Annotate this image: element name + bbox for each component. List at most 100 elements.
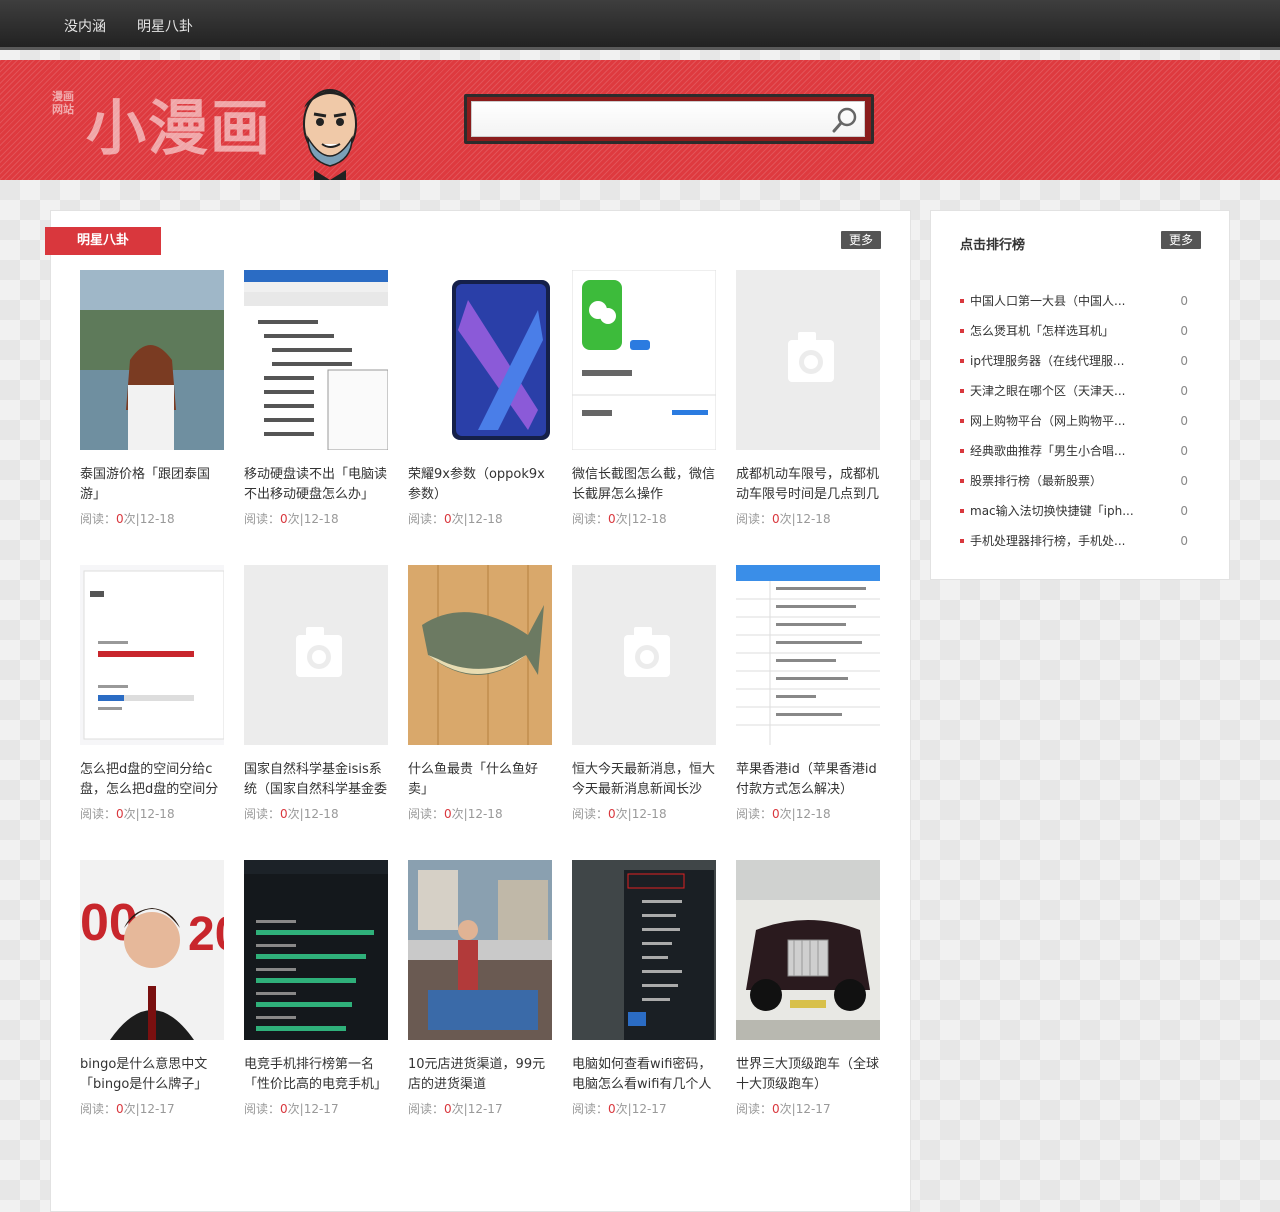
site-logo[interactable]: 小漫画 [86,80,272,167]
article-title[interactable]: bingo是什么意思中文「bingo是什么牌子」 [80,1055,224,1095]
article-date: 12-18 [631,807,667,821]
article-card[interactable]: 移动硬盘读不出「电脑读不出移动硬盘怎么办」 阅读：0次|12-18 [244,270,388,527]
article-date: 12-18 [139,512,175,526]
article-thumbnail[interactable] [80,565,224,745]
ranking-item-title[interactable]: mac输入法切换快捷键「iph... [970,501,1140,521]
read-unit: 次| [451,512,468,526]
article-title[interactable]: 微信长截图怎么截，微信长截屏怎么操作 [572,465,716,505]
ranking-item-count: 0 [1180,384,1188,398]
search-input[interactable] [471,101,865,137]
ranking-item-title[interactable]: 手机处理器排行榜，手机处... [970,531,1140,551]
ranking-item[interactable]: 怎么煲耳机「怎样选耳机」 0 [960,321,1200,351]
article-card[interactable]: 泰国游价格「跟团泰国游」阅读：0次|12-18 [80,270,224,527]
article-thumbnail[interactable] [736,565,880,745]
article-title[interactable]: 10元店进货渠道，99元店的进货渠道 [408,1055,552,1095]
ranking-item[interactable]: 中国人口第一大县（中国人... 0 [960,291,1200,321]
ranking-item-title[interactable]: 天津之眼在哪个区（天津天... [970,381,1140,401]
ranking-item-title[interactable]: ip代理服务器（在线代理服... [970,351,1140,371]
bullet-icon [960,449,964,453]
ranking-item-count: 0 [1180,294,1188,308]
ranking-item[interactable]: 股票排行榜（最新股票） 0 [960,471,1200,501]
article-card[interactable]: 什么鱼最贵「什么鱼好卖」 阅读：0次|12-18 [408,565,552,822]
article-title[interactable]: 世界三大顶级跑车（全球十大顶级跑车） [736,1055,880,1095]
article-title[interactable]: 电竞手机排行榜第一名「性价比高的电竞手机」 [244,1055,388,1095]
article-card[interactable]: 微信长截图怎么截，微信长截屏怎么操作 阅读：0次|12-18 [572,270,716,527]
article-date: 12-17 [631,1102,667,1116]
bullet-icon [960,299,964,303]
mascot-face-icon [303,89,357,180]
sidebar-more-button[interactable]: 更多 [1161,231,1201,249]
article-thumbnail[interactable]: 0020 [80,860,224,1040]
logo-small-text: 漫画网站 [52,90,74,116]
article-title[interactable]: 荣耀9x参数（oppok9x参数） [408,465,552,505]
read-count: 0 [772,512,780,526]
article-card[interactable]: 成都机动车限号，成都机动车限号时间是几点到几点阅读：0次|12-18 [736,270,880,527]
read-unit: 次| [123,807,140,821]
ranking-item-count: 0 [1180,414,1188,428]
article-title[interactable]: 怎么把d盘的空间分给c盘，怎么把d盘的空间分给 [80,760,224,800]
ranking-item-title[interactable]: 股票排行榜（最新股票） [970,471,1140,491]
article-thumbnail[interactable] [408,270,552,450]
article-meta: 阅读：0次|12-17 [408,1100,552,1117]
ranking-item-title[interactable]: 经典歌曲推荐「男生小合唱... [970,441,1140,461]
article-title[interactable]: 苹果香港id（苹果香港id付款方式怎么解决） [736,760,880,800]
top-navigation: 没内涵 明星八卦 [0,0,1280,50]
article-thumbnail[interactable] [80,270,224,450]
article-meta: 阅读：0次|12-18 [80,510,224,527]
article-thumbnail[interactable] [572,565,716,745]
ranking-item-count: 0 [1180,444,1188,458]
article-thumbnail[interactable] [244,860,388,1040]
bullet-icon [960,359,964,363]
read-count: 0 [116,512,124,526]
article-meta: 阅读：0次|12-18 [736,510,880,527]
ranking-item[interactable]: 网上购物平台（网上购物平... 0 [960,411,1200,441]
article-meta: 阅读：0次|12-17 [736,1100,880,1117]
article-title[interactable]: 移动硬盘读不出「电脑读不出移动硬盘怎么办」 [244,465,388,505]
article-title[interactable]: 成都机动车限号，成都机动车限号时间是几点到几点 [736,465,880,505]
article-card[interactable]: 国家自然科学基金isis系统（国家自然科学基金委员会阅读：0次|12-18 [244,565,388,822]
article-meta: 阅读：0次|12-18 [408,510,552,527]
nav-item-star-gossip[interactable]: 明星八卦 [137,16,193,36]
article-card[interactable]: 世界三大顶级跑车（全球十大顶级跑车） 阅读：0次|12-17 [736,860,880,1117]
article-thumbnail[interactable] [408,565,552,745]
article-thumbnail[interactable] [736,270,880,450]
article-thumbnail[interactable] [736,860,880,1040]
article-thumbnail[interactable] [572,860,716,1040]
more-button[interactable]: 更多 [841,231,881,249]
ranking-item-title[interactable]: 中国人口第一大县（中国人... [970,291,1140,311]
article-card[interactable]: 怎么把d盘的空间分给c盘，怎么把d盘的空间分给阅读：0次|12-18 [80,565,224,822]
ranking-item-title[interactable]: 怎么煲耳机「怎样选耳机」 [970,321,1140,341]
read-count: 0 [444,512,452,526]
article-date: 12-17 [303,1102,339,1116]
article-thumbnail[interactable] [244,270,388,450]
read-count: 0 [116,1102,124,1116]
ranking-item[interactable]: 手机处理器排行榜，手机处... 0 [960,531,1200,561]
read-unit: 次| [451,807,468,821]
read-label: 阅读： [408,512,445,526]
article-card[interactable]: 电竞手机排行榜第一名「性价比高的电竞手机」 阅读：0次|12-17 [244,860,388,1117]
ranking-item-title[interactable]: 网上购物平台（网上购物平... [970,411,1140,431]
article-card[interactable]: 苹果香港id（苹果香港id付款方式怎么解决） 阅读：0次|12-18 [736,565,880,822]
nav-item-meineihan[interactable]: 没内涵 [64,16,106,36]
article-title[interactable]: 恒大今天最新消息，恒大今天最新消息新闻长沙 [572,760,716,800]
article-title[interactable]: 泰国游价格「跟团泰国游」 [80,465,224,505]
article-date: 12-18 [303,512,339,526]
article-title[interactable]: 电脑如何查看wifi密码，电脑怎么看wifi有几个人在使 [572,1055,716,1095]
article-meta: 阅读：0次|12-17 [80,1100,224,1117]
ranking-item[interactable]: 经典歌曲推荐「男生小合唱... 0 [960,441,1200,471]
article-title[interactable]: 国家自然科学基金isis系统（国家自然科学基金委员会 [244,760,388,800]
article-card[interactable]: 荣耀9x参数（oppok9x参数） 阅读：0次|12-18 [408,270,552,527]
article-title[interactable]: 什么鱼最贵「什么鱼好卖」 [408,760,552,800]
article-thumbnail[interactable] [244,565,388,745]
article-card[interactable]: 电脑如何查看wifi密码，电脑怎么看wifi有几个人在使阅读：0次|12-17 [572,860,716,1117]
ranking-item[interactable]: mac输入法切换快捷键「iph... 0 [960,501,1200,531]
article-card[interactable]: 恒大今天最新消息，恒大今天最新消息新闻长沙 阅读：0次|12-18 [572,565,716,822]
read-unit: 次| [615,512,632,526]
article-card[interactable]: 0020 bingo是什么意思中文「bingo是什么牌子」阅读：0次|12-17 [80,860,224,1117]
search-icon[interactable] [831,106,859,134]
ranking-item[interactable]: ip代理服务器（在线代理服... 0 [960,351,1200,381]
ranking-item[interactable]: 天津之眼在哪个区（天津天... 0 [960,381,1200,411]
article-thumbnail[interactable] [572,270,716,450]
article-thumbnail[interactable] [408,860,552,1040]
article-card[interactable]: 10元店进货渠道，99元店的进货渠道阅读：0次|12-17 [408,860,552,1117]
